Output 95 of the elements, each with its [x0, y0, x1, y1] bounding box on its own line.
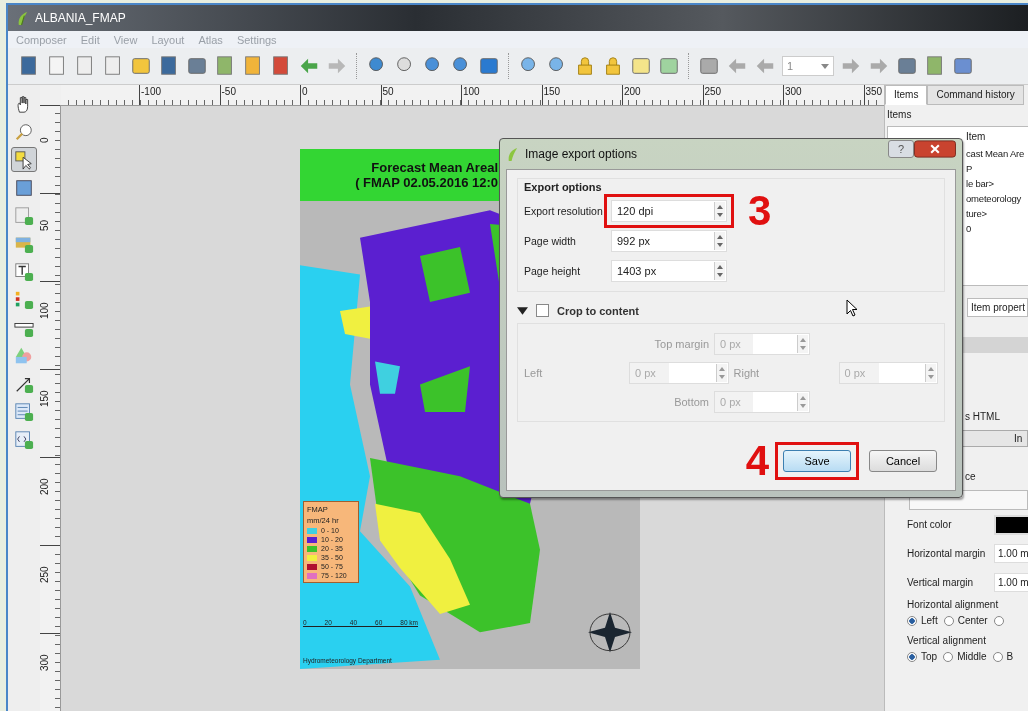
select-tool-button[interactable]	[11, 147, 37, 172]
step-number: 3	[748, 190, 772, 232]
panel-tab[interactable]: Items	[885, 85, 928, 105]
field-label: Horizontal alignment	[906, 599, 1000, 610]
list-item[interactable]: ometeorology	[966, 191, 1028, 206]
html-icon	[14, 429, 34, 450]
spin-arrows-icon[interactable]	[925, 363, 936, 382]
ruler-label: 350	[864, 86, 883, 97]
ruler-label: 300	[39, 654, 50, 671]
field-label: Vertical alignment	[906, 635, 987, 646]
label-icon	[14, 261, 34, 282]
margin-field[interactable]: 1.00 m	[994, 573, 1028, 592]
checkbox[interactable]	[536, 304, 549, 317]
field-label: Horizontal margin	[907, 548, 987, 559]
zoom-icon	[14, 121, 34, 142]
list-item[interactable]: ture>	[966, 206, 1028, 221]
ruler-label: 0	[39, 137, 50, 143]
radio-label: Left	[921, 615, 938, 626]
field-label: Vertical margin	[907, 577, 975, 588]
dialog-title: Image export options	[525, 147, 638, 161]
field-label: Font color	[907, 519, 953, 530]
spin-arrows-icon[interactable]	[714, 202, 725, 220]
cancel-button[interactable]: Cancel	[869, 450, 937, 472]
spin-field[interactable]: 1403 px	[611, 260, 727, 282]
color-swatch[interactable]	[994, 514, 1028, 535]
ruler-label: 300	[784, 86, 802, 97]
panel-tab[interactable]: Item propert	[967, 298, 1028, 317]
field-label: Export resolution	[524, 205, 604, 217]
map-title: Forecast Mean Areal	[371, 160, 498, 175]
radio-button[interactable]	[992, 651, 1003, 662]
ruler-label: 0	[301, 86, 308, 97]
checkbox-label: Crop to content	[557, 304, 639, 317]
spin-arrows-icon[interactable]	[797, 392, 808, 411]
list-item[interactable]: 0	[966, 221, 1028, 236]
spin-arrows-icon[interactable]	[797, 334, 808, 353]
group-title: Export options	[524, 181, 603, 193]
help-button[interactable]: ?	[888, 140, 914, 158]
spin-arrows-icon[interactable]	[714, 262, 725, 280]
radio-label: Top	[921, 651, 938, 662]
ruler-label: -50	[220, 86, 236, 97]
ruler-label: 200	[39, 478, 50, 495]
radio-button[interactable]	[993, 615, 1004, 626]
ruler-label: 150	[542, 86, 561, 97]
ruler-label: 50	[381, 86, 394, 97]
move-icon	[14, 177, 34, 198]
app-logo-icon	[16, 10, 29, 26]
window-title: ALBANIA_FMAP	[35, 11, 126, 25]
list-item[interactable]: cast Mean Are	[966, 146, 1028, 161]
ruler-label: 100	[462, 86, 480, 97]
radio-button[interactable]	[943, 615, 954, 626]
ruler-label: 250	[703, 86, 722, 97]
spin-arrows-icon[interactable]	[715, 363, 727, 382]
spin-field[interactable]: 992 px	[611, 230, 727, 252]
table-icon	[14, 401, 34, 422]
select-icon	[14, 149, 34, 170]
margin-field[interactable]: 1.00 m	[994, 544, 1028, 563]
radio-label: Center	[957, 615, 988, 626]
shape-icon	[14, 345, 34, 366]
column-header: Item	[966, 130, 987, 144]
ruler-label: 150	[39, 390, 50, 407]
dropdown-caret-icon[interactable]	[821, 63, 829, 69]
app-logo-icon	[506, 146, 519, 162]
radio-button[interactable]	[907, 615, 917, 626]
field-label: Left	[524, 366, 544, 379]
radio-button[interactable]	[907, 651, 917, 662]
spin-field[interactable]: 120 dpi	[611, 200, 727, 222]
ruler-label: 200	[623, 86, 641, 97]
radio-button[interactable]	[943, 651, 954, 662]
checkbox-label: s HTML	[965, 411, 1001, 422]
field-label: Bottom	[673, 395, 710, 408]
radio-label: Middle	[957, 651, 987, 662]
radio-label: B	[1006, 651, 1014, 662]
spin-arrows-icon[interactable]	[714, 232, 725, 250]
panel-heading: Items	[886, 108, 913, 122]
collapse-triangle-icon[interactable]	[517, 306, 528, 315]
list-item[interactable]: le bar>	[966, 176, 1028, 191]
field-label: Right	[732, 366, 761, 379]
panel-tab[interactable]: Command history	[927, 85, 1024, 105]
ruler-label: 50	[39, 219, 50, 231]
section-label: ce	[965, 471, 977, 482]
map-title: ( FMAP 02.05.2016 12:0	[355, 175, 498, 190]
page-number-field[interactable]: 1	[782, 56, 834, 76]
field-label: Page width	[524, 235, 577, 247]
field-label: Top margin	[653, 337, 710, 350]
ruler-label: -100	[140, 86, 161, 97]
list-item[interactable]: P	[966, 161, 1028, 176]
save-button[interactable]: Save	[783, 450, 851, 472]
ruler-label: 250	[39, 566, 50, 583]
ruler-label: 100	[39, 302, 50, 319]
map-icon	[14, 205, 34, 226]
mouse-cursor-icon	[846, 299, 858, 317]
field-label: Page height	[524, 265, 582, 277]
legend-icon	[14, 289, 34, 310]
close-icon[interactable]	[914, 140, 956, 158]
step-number: 4	[745, 440, 769, 482]
